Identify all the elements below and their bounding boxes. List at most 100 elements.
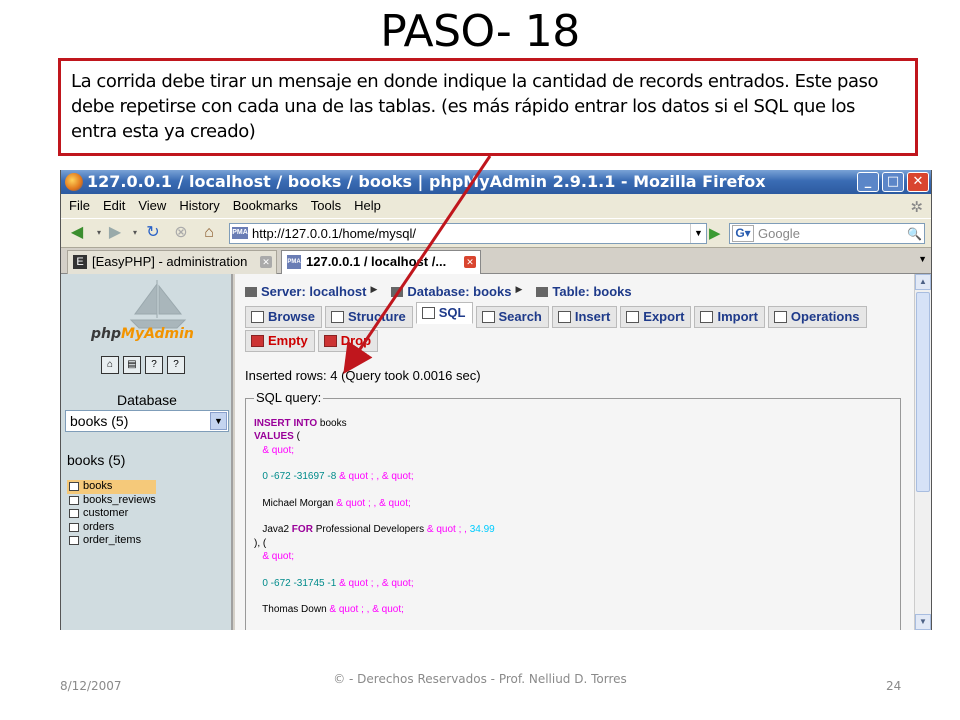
slide-title: PASO- 18 bbox=[380, 6, 580, 57]
tab-drop[interactable]: Drop bbox=[317, 330, 379, 352]
sql-text: Michael Morgan bbox=[262, 497, 334, 509]
maximize-icon[interactable]: □ bbox=[882, 172, 904, 192]
tab-label: Export bbox=[643, 309, 685, 324]
database-heading[interactable]: books (5) bbox=[67, 452, 125, 468]
breadcrumb-server-label: Server: localhost bbox=[261, 284, 367, 299]
menu-help[interactable]: Help bbox=[354, 194, 381, 218]
forward-dropdown-icon[interactable]: ▾ bbox=[125, 223, 145, 243]
empty-icon bbox=[251, 335, 264, 347]
tab-label: Search bbox=[498, 309, 542, 324]
google-icon[interactable]: G▾ bbox=[732, 225, 754, 242]
database-select[interactable]: books (5) ▼ bbox=[65, 410, 229, 432]
go-icon[interactable]: ▶ bbox=[709, 225, 727, 243]
sql-query-legend: SQL query: bbox=[254, 390, 324, 405]
docs-icon[interactable]: ? bbox=[145, 356, 163, 374]
tab-empty[interactable]: Empty bbox=[245, 330, 315, 352]
breadcrumb-server[interactable]: Server: localhost bbox=[245, 284, 367, 299]
tab-close-icon[interactable]: ✕ bbox=[464, 256, 476, 268]
help-icon[interactable]: ? bbox=[167, 356, 185, 374]
chevron-down-icon[interactable]: ▼ bbox=[210, 412, 227, 430]
sailboat-icon bbox=[129, 280, 187, 329]
reload-icon[interactable]: ↻ bbox=[143, 223, 163, 243]
easyphp-icon: E bbox=[73, 255, 87, 269]
tab-sql[interactable]: SQL bbox=[415, 302, 473, 324]
breadcrumb-separator-icon: ▶ bbox=[515, 284, 523, 294]
scroll-up-icon[interactable]: ▲ bbox=[915, 274, 931, 290]
sql-operator: ; bbox=[408, 497, 411, 509]
site-favicon: PMA bbox=[232, 227, 248, 239]
pma-left-frame: phpMyAdmin ⌂ ▤ ? ? Database books (5) ▼ … bbox=[61, 274, 233, 630]
sql-window-icon[interactable]: ▤ bbox=[123, 356, 141, 374]
menu-file[interactable]: File bbox=[69, 194, 90, 218]
close-icon[interactable]: ✕ bbox=[907, 172, 929, 192]
menu-bar: File Edit View History Bookmarks Tools H… bbox=[61, 194, 931, 218]
forward-icon[interactable]: ▶ bbox=[105, 223, 125, 243]
pma-tabs: Browse Structure SQL Search Insert Expor… bbox=[245, 302, 867, 328]
table-list: books books_reviews customer orders orde… bbox=[67, 480, 156, 548]
sql-text: Thomas Down bbox=[262, 604, 327, 616]
url-bar[interactable]: PMA http://127.0.0.1/home/mysql/ ▼ bbox=[229, 223, 707, 244]
search-input[interactable]: G▾ Google 🔍 bbox=[729, 223, 925, 244]
phpmyadmin-logo[interactable]: phpMyAdmin bbox=[91, 326, 194, 342]
sql-operator: & quot bbox=[379, 497, 409, 509]
table-icon bbox=[69, 536, 79, 545]
table-item-order-items[interactable]: order_items bbox=[67, 534, 156, 548]
sql-keyword: VALUES bbox=[254, 431, 294, 443]
tab-browse[interactable]: Browse bbox=[245, 306, 322, 328]
table-item-orders[interactable]: orders bbox=[67, 521, 156, 535]
search-placeholder: Google bbox=[758, 226, 800, 241]
tab-easyphp[interactable]: E [EasyPHP] - administration ✕ bbox=[67, 250, 277, 274]
table-item-books-reviews[interactable]: books_reviews bbox=[67, 494, 156, 508]
tab-import[interactable]: Import bbox=[694, 306, 765, 328]
breadcrumb-database-label: Database: books bbox=[407, 284, 512, 299]
stop-icon[interactable]: ⊗ bbox=[171, 223, 191, 243]
vertical-scrollbar[interactable]: ▲ ▼ bbox=[914, 274, 931, 630]
sql-number: 0 -672 -31745 -1 bbox=[262, 577, 337, 589]
pma-tab-icon: PMA bbox=[287, 255, 301, 269]
menu-bookmarks[interactable]: Bookmarks bbox=[233, 194, 298, 218]
breadcrumb-table[interactable]: Table: books bbox=[536, 284, 632, 299]
breadcrumb-separator-icon: ▶ bbox=[370, 284, 378, 294]
wrench-icon bbox=[773, 311, 787, 323]
pma-tabs-secondary: Empty Drop bbox=[245, 330, 379, 352]
window-controls: _ □ ✕ bbox=[857, 172, 929, 192]
tab-operations[interactable]: Operations bbox=[767, 306, 867, 328]
tab-phpmyadmin[interactable]: PMA 127.0.0.1 / localhost /... ✕ bbox=[281, 250, 481, 274]
tab-close-icon[interactable]: ✕ bbox=[260, 256, 272, 268]
sql-operator: ; bbox=[291, 444, 295, 456]
inserted-rows-message: Inserted rows: 4 (Query took 0.0016 sec) bbox=[245, 368, 481, 383]
table-item-customer[interactable]: customer bbox=[67, 507, 156, 521]
home-icon[interactable]: ⌂ bbox=[101, 356, 119, 374]
breadcrumb-database[interactable]: Database: books bbox=[391, 284, 511, 299]
tab-list-icon[interactable]: ▼ bbox=[918, 254, 927, 264]
scroll-down-icon[interactable]: ▼ bbox=[915, 614, 931, 630]
chevron-down-icon[interactable]: ▼ bbox=[690, 224, 706, 243]
window-titlebar: 127.0.0.1 / localhost / books / books | … bbox=[61, 170, 931, 194]
back-icon[interactable]: ◀ bbox=[67, 223, 87, 243]
firefox-icon bbox=[65, 173, 83, 191]
menu-view[interactable]: View bbox=[138, 194, 166, 218]
scrollbar-thumb[interactable] bbox=[916, 292, 930, 492]
minimize-icon[interactable]: _ bbox=[857, 172, 879, 192]
sql-keyword: INSERT INTO bbox=[254, 418, 318, 429]
menu-edit[interactable]: Edit bbox=[103, 194, 125, 218]
home-icon[interactable]: ⌂ bbox=[199, 223, 219, 243]
table-icon bbox=[69, 509, 79, 518]
search-icon[interactable]: 🔍 bbox=[907, 225, 922, 244]
menu-history[interactable]: History bbox=[179, 194, 219, 218]
table-item-label: order_items bbox=[83, 534, 142, 546]
tab-label: Structure bbox=[347, 309, 406, 324]
tab-export[interactable]: Export bbox=[620, 306, 692, 328]
tab-insert[interactable]: Insert bbox=[551, 306, 618, 328]
footer-date: 8/12/2007 bbox=[60, 679, 122, 693]
tab-structure[interactable]: Structure bbox=[324, 306, 413, 328]
table-item-books[interactable]: books bbox=[67, 480, 156, 494]
annotation-callout: La corrida debe tirar un mensaje en dond… bbox=[58, 58, 918, 156]
throbber-icon: ✲ bbox=[910, 199, 923, 216]
tab-label: SQL bbox=[438, 305, 466, 320]
sql-operator: & quot bbox=[262, 444, 292, 456]
tab-search[interactable]: Search bbox=[475, 306, 549, 328]
logo-php: php bbox=[91, 326, 122, 342]
drop-icon bbox=[323, 335, 337, 347]
menu-tools[interactable]: Tools bbox=[311, 194, 341, 218]
